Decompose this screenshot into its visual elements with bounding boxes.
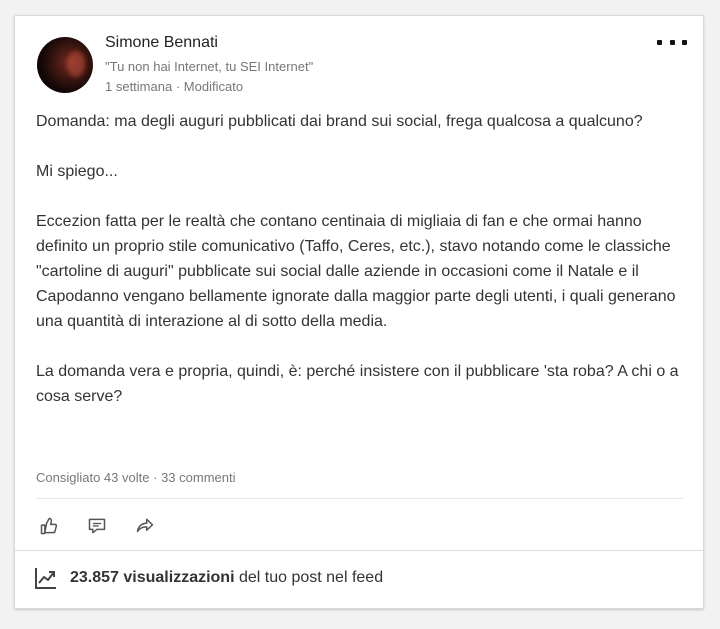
views-text: 23.857 visualizzazioni del tuo post nel …: [70, 569, 383, 587]
three-dots-icon: [682, 39, 687, 45]
post-stats: Consigliato 43 volte · 33 commenti: [36, 470, 235, 485]
stats-separator: ·: [153, 470, 158, 485]
post-actions: [37, 514, 181, 538]
avatar-highlight: [67, 51, 85, 77]
more-options-button[interactable]: [657, 34, 687, 50]
avatar[interactable]: [37, 37, 93, 93]
trending-chart-icon: [35, 568, 56, 589]
likes-count-link[interactable]: Consigliato 43 volte: [36, 470, 149, 485]
comments-count-link[interactable]: 33 commenti: [161, 470, 235, 485]
thumbs-up-icon: [40, 517, 58, 535]
views-suffix: del tuo post nel feed: [234, 569, 384, 586]
divider: [36, 498, 683, 499]
share-arrow-icon: [136, 518, 154, 533]
post-paragraph: Domanda: ma degli auguri pubblicati dai …: [36, 113, 643, 130]
views-count: 23.857 visualizzazioni: [70, 569, 235, 586]
views-link[interactable]: 23.857 visualizzazioni del tuo post nel …: [34, 566, 383, 590]
divider: [15, 550, 703, 551]
post-paragraph: Eccezion fatta per le realtà che contano…: [36, 213, 676, 330]
post-paragraph: La domanda vera e propria, quindi, è: pe…: [36, 363, 679, 405]
author-headline: "Tu non hai Internet, tu SEI Internet": [105, 59, 314, 74]
three-dots-icon: [657, 39, 662, 45]
post-meta: 1 settimana · Modificato: [105, 79, 243, 94]
post-time: 1 settimana: [105, 79, 173, 94]
post-body: Domanda: ma degli auguri pubblicati dai …: [36, 109, 691, 409]
post-paragraph: Mi spiego...: [36, 163, 118, 180]
comment-button[interactable]: [85, 515, 109, 537]
author-name[interactable]: Simone Bennati: [105, 34, 218, 52]
share-button[interactable]: [133, 515, 157, 537]
meta-separator: ·: [175, 79, 181, 94]
three-dots-icon: [669, 39, 675, 45]
comment-icon: [88, 518, 106, 534]
post-card: Simone Bennati "Tu non hai Internet, tu …: [14, 15, 704, 609]
like-button[interactable]: [37, 515, 61, 537]
edited-label: Modificato: [183, 79, 244, 94]
